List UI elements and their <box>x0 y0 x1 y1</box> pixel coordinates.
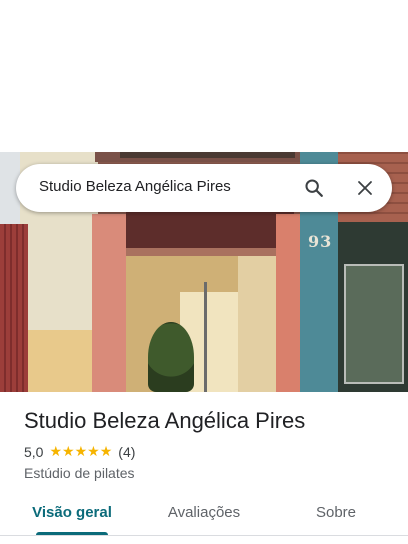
photo-red-gate <box>0 224 28 392</box>
search-input[interactable]: Studio Beleza Angélica Pires <box>39 178 231 195</box>
place-tabs: Visão geral Avaliações Sobre <box>0 498 408 544</box>
photo-wall-left-lower <box>20 330 98 392</box>
star-icon: ★ <box>62 444 75 460</box>
star-icon: ★ <box>74 444 88 460</box>
tab-about[interactable]: Sobre <box>300 498 372 536</box>
star-icon: ★ <box>49 444 63 460</box>
rating-value: 5,0 <box>24 444 44 460</box>
photo-street-number: 93 <box>308 232 333 251</box>
photo-awning <box>126 210 294 252</box>
photo-shop-window <box>344 264 404 384</box>
star-icon: ★ <box>99 444 113 460</box>
close-icon <box>358 181 372 195</box>
photo-plant <box>148 322 194 392</box>
photo-door-frame <box>204 282 207 392</box>
tab-reviews[interactable]: Avaliações <box>154 498 254 536</box>
photo-pillar-left <box>92 214 126 392</box>
tab-overview[interactable]: Visão geral <box>24 498 120 536</box>
photo-roof-beam <box>120 152 295 158</box>
star-rating: ★ ★ ★ ★ ★ <box>49 445 112 459</box>
search-bar[interactable]: Studio Beleza Angélica Pires <box>16 164 392 212</box>
photo-awning-edge <box>126 248 294 256</box>
top-blank-area <box>0 0 408 152</box>
review-count[interactable]: (4) <box>118 444 135 460</box>
close-button[interactable] <box>351 174 379 202</box>
search-button[interactable] <box>300 174 328 202</box>
tabs-divider <box>0 535 408 536</box>
star-icon: ★ <box>87 444 100 460</box>
search-icon <box>305 179 323 197</box>
rating-row[interactable]: 5,0 ★ ★ ★ ★ ★ (4) <box>24 444 135 460</box>
place-category[interactable]: Estúdio de pilates <box>24 465 135 481</box>
place-title: Studio Beleza Angélica Pires <box>24 408 306 433</box>
